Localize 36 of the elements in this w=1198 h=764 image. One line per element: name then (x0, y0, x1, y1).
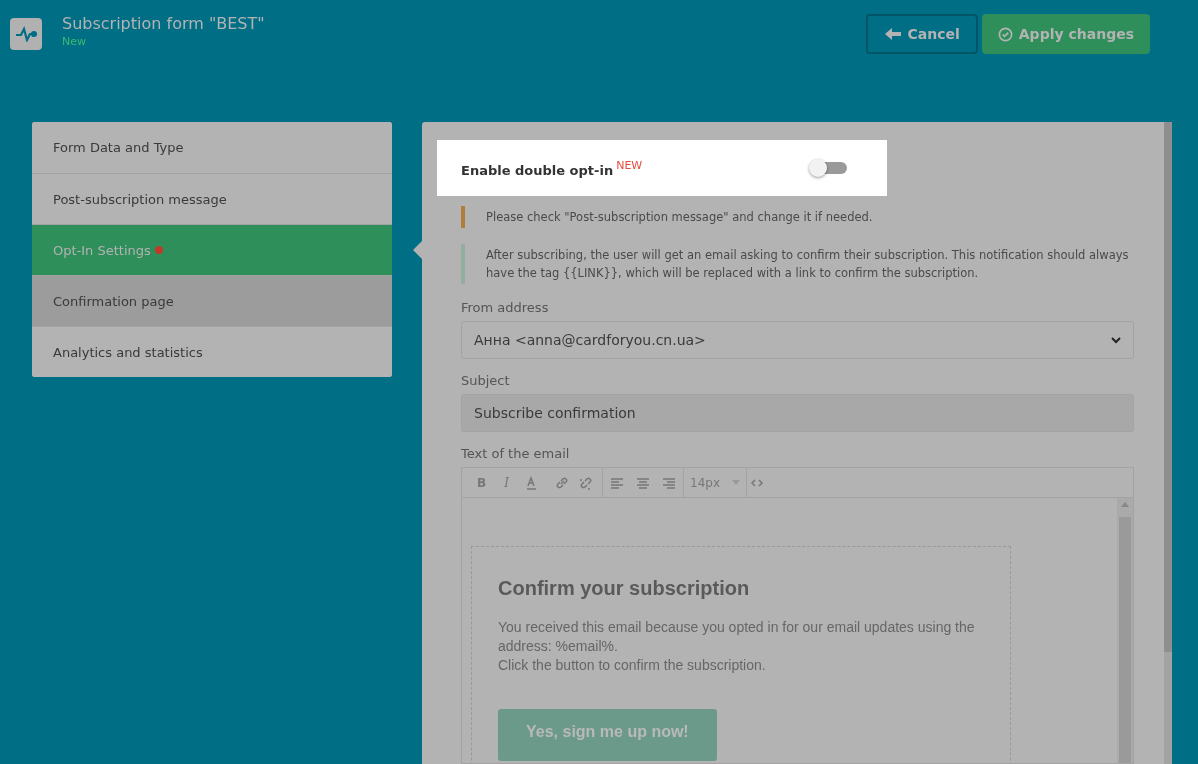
field-label: Text of the email (461, 446, 571, 461)
check-circle-icon (997, 26, 1013, 42)
toggle-label: Enable double opt-in $^{NEW}$ (461, 158, 643, 178)
scroll-up-icon[interactable] (1121, 502, 1129, 507)
align-right-icon[interactable] (662, 475, 676, 490)
pulse-logo-icon (10, 18, 42, 50)
editor-scrollbar[interactable] (1117, 498, 1133, 763)
font-size-dropdown[interactable]: 14px (687, 471, 743, 494)
arrow-left-icon (883, 27, 902, 41)
field-label: From address (461, 300, 550, 315)
link-icon[interactable] (555, 475, 569, 490)
cancel-button[interactable]: Cancel (865, 14, 978, 54)
italic-button[interactable]: I (494, 471, 519, 494)
email-paragraph: You received this email because you opted in for our email updates using the address: %email%. (498, 618, 976, 656)
caret-down-icon (732, 480, 740, 485)
align-left-icon[interactable] (610, 475, 624, 490)
email-paragraph: Click the button to confirm the subscription. (498, 656, 767, 675)
bold-button[interactable]: B (469, 471, 494, 494)
unlink-icon[interactable] (579, 475, 593, 490)
form-title: Subscription form "BEST" (62, 14, 266, 34)
chevron-down-icon (1111, 336, 1121, 344)
warning-note: Please check "Post-subscription message" and change it if needed. (461, 206, 1134, 228)
field-label: Subject (461, 373, 511, 388)
sidebar-item[interactable]: Opt-In Settings (32, 224, 392, 275)
subject-field[interactable]: Subscribe confirmation (461, 394, 1134, 432)
apply-button[interactable]: Apply changes (981, 14, 1150, 54)
sidebar-item[interactable]: Confirmation page (32, 275, 392, 326)
panel-scrollbar[interactable] (1164, 122, 1172, 764)
align-center-icon[interactable] (636, 475, 650, 490)
sidebar-item[interactable]: Analytics and statistics (32, 326, 392, 377)
status-label: New (62, 35, 87, 48)
from-address-select[interactable]: Анна <anna@cardforyou.cn.ua> (461, 321, 1134, 359)
info-note: After subscribing, the user will get an email asking to confirm their subscription. This notification should always have the tag {{LINK}}, which will be replaced with a link to confirm the subscription. (461, 244, 1134, 284)
email-heading: Confirm your subscription (498, 577, 751, 600)
toggle-switch[interactable] (811, 162, 847, 174)
confirm-button[interactable]: Yes, sign me up now! (498, 709, 717, 761)
